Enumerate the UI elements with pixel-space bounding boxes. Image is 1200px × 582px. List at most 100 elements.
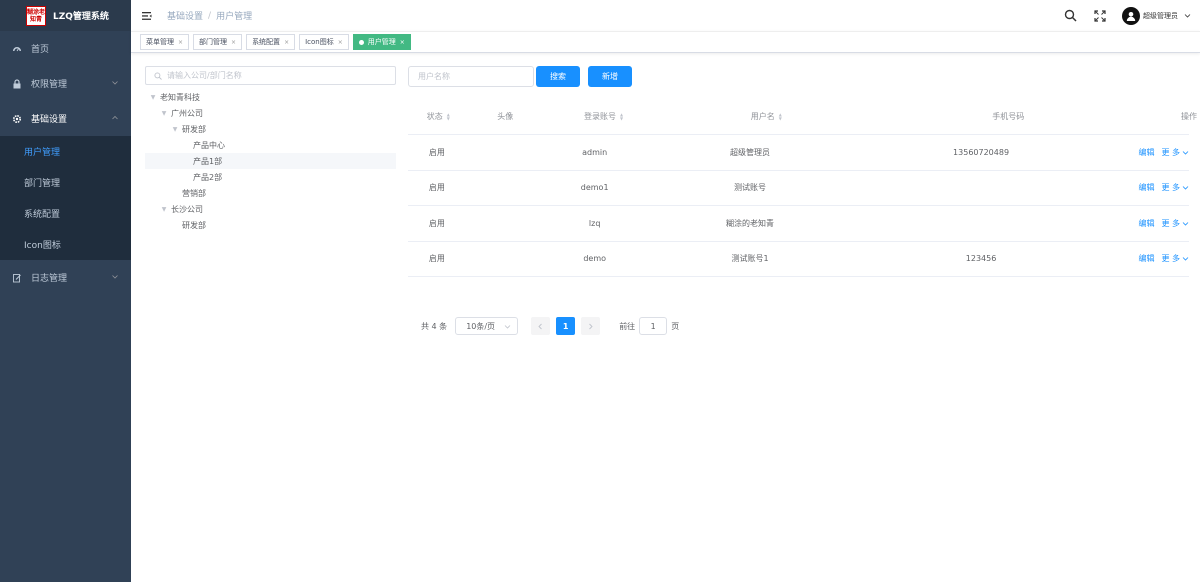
tag-label: 用户管理 <box>367 38 396 46</box>
tree-node[interactable]: 产品中心 <box>145 137 396 153</box>
page-size-select[interactable]: 10条/页 <box>455 317 519 335</box>
username[interactable]: 超级管理员 <box>1143 11 1178 21</box>
page-suffix-label: 页 <box>671 321 680 331</box>
pagination-total: 共 4 条 <box>421 321 448 331</box>
column-header-actions: 操作 <box>1149 99 1197 134</box>
tree-node[interactable]: ▼ 长沙公司 <box>145 201 396 217</box>
sidebar-item-system-config[interactable]: 系统配置 <box>0 198 131 229</box>
logo-bar[interactable]: 糊涂老知青 LZQ管理系统 <box>0 0 131 31</box>
tag-menu-management[interactable]: 菜单管理 × <box>140 34 190 50</box>
next-page-button[interactable] <box>581 317 601 335</box>
sidebar-item-user-management[interactable]: 用户管理 <box>0 136 131 167</box>
account-cell: admin <box>582 147 608 157</box>
fullscreen-icon[interactable] <box>1093 9 1106 22</box>
tree-node-label: 产品中心 <box>193 140 225 150</box>
avatar-cell <box>466 242 536 277</box>
search-icon[interactable] <box>1064 9 1077 22</box>
header-right: 超级管理员 <box>1064 0 1200 31</box>
search-button[interactable]: 搜索 <box>536 66 580 87</box>
chevron-down-icon <box>1182 150 1189 155</box>
actions-cell: 编辑 更 多 <box>1115 171 1189 206</box>
caret-down-icon[interactable]: ▼ <box>160 206 168 213</box>
caret-down-icon[interactable]: ▼ <box>149 94 157 101</box>
edit-button[interactable]: 编辑 <box>1138 147 1154 158</box>
add-button[interactable]: 新增 <box>588 66 632 87</box>
tag-label: Icon图标 <box>305 38 334 46</box>
sort-icon[interactable]: ▲ ▼ <box>779 112 782 121</box>
page-number-button[interactable]: 1 <box>556 317 576 335</box>
pagination: 共 4 条 10条/页 1 前往 页 <box>421 317 679 335</box>
column-header-username[interactable]: 用户名 ▲ ▼ <box>665 99 867 134</box>
more-dropdown[interactable]: 更 多 <box>1161 253 1189 264</box>
column-header-account[interactable]: 登录账号 ▲ ▼ <box>542 99 665 134</box>
chevron-left-icon <box>538 323 543 329</box>
sort-icon[interactable]: ▲ ▼ <box>620 112 623 121</box>
close-icon[interactable]: × <box>338 39 343 46</box>
hamburger-icon[interactable] <box>141 10 153 22</box>
tree-node[interactable]: ▼ 广州公司 <box>145 105 396 121</box>
status-cell: 启用 <box>428 254 445 264</box>
column-header-status[interactable]: 状态 ▲ ▼ <box>408 99 469 134</box>
sidebar-item-label: 权限管理 <box>31 80 68 90</box>
tree-search-input[interactable] <box>167 71 387 80</box>
breadcrumb-separator: / <box>208 10 212 21</box>
prev-page-button[interactable] <box>531 317 551 335</box>
close-icon[interactable]: × <box>284 39 289 46</box>
more-dropdown[interactable]: 更 多 <box>1161 147 1189 158</box>
table-row: 启用 demo1 测试账号 编辑 更 多 <box>408 171 1189 206</box>
chevron-down-icon <box>1182 257 1189 261</box>
username-cell: 糊涂的老知青 <box>726 218 775 228</box>
goto-page-input[interactable] <box>639 317 668 335</box>
tag-user-management[interactable]: 用户管理 × <box>352 34 411 50</box>
close-icon[interactable]: × <box>231 39 236 46</box>
sidebar-item-department-management[interactable]: 部门管理 <box>0 167 131 198</box>
actions-cell: 编辑 更 多 <box>1115 206 1189 241</box>
sidebar-item-logs[interactable]: 日志管理 <box>0 260 131 295</box>
tag-system-config[interactable]: 系统配置 × <box>246 34 296 50</box>
chevron-down-icon <box>504 325 511 329</box>
more-dropdown[interactable]: 更 多 <box>1161 218 1189 229</box>
account-cell: lzq <box>588 218 601 228</box>
username-search-input[interactable] <box>408 66 534 87</box>
tag-department-management[interactable]: 部门管理 × <box>193 34 243 50</box>
tree-node[interactable]: 产品1部 <box>145 153 396 169</box>
status-cell: 启用 <box>428 147 445 157</box>
more-label: 更 多 <box>1161 218 1180 228</box>
sidebar-item-permissions[interactable]: 权限管理 <box>0 66 131 101</box>
edit-button[interactable]: 编辑 <box>1138 182 1154 193</box>
tree-node-label: 研发部 <box>182 124 206 134</box>
logo: 糊涂老知青 <box>26 5 46 26</box>
tag-label: 菜单管理 <box>146 38 174 46</box>
tree-node[interactable]: 产品2部 <box>145 169 396 185</box>
table-row: 启用 admin 超级管理员 13560720489 编辑 更 多 <box>408 135 1189 171</box>
sidebar-item-icons[interactable]: Icon图标 <box>0 229 131 260</box>
tree-node[interactable]: 研发部 <box>145 217 396 233</box>
caret-down-icon[interactable] <box>1184 12 1191 19</box>
edit-button[interactable]: 编辑 <box>1138 253 1154 264</box>
tree-node-label: 营销部 <box>182 188 206 198</box>
sort-icon[interactable]: ▲ ▼ <box>447 112 450 121</box>
avatar[interactable] <box>1122 6 1140 25</box>
tree-node[interactable]: 营销部 <box>145 185 396 201</box>
phone-cell <box>847 206 1116 241</box>
more-dropdown[interactable]: 更 多 <box>1161 182 1189 193</box>
sidebar-item-basic-settings[interactable]: 基础设置 <box>0 101 131 136</box>
search-icon <box>154 71 162 80</box>
tree-node-label: 产品1部 <box>193 156 223 166</box>
tree-node[interactable]: ▼ 研发部 <box>145 121 396 137</box>
close-icon[interactable]: × <box>400 39 405 46</box>
username-cell: 测试账号 <box>734 183 767 193</box>
dashboard-icon <box>12 44 22 54</box>
tree-node-label: 老知青科技 <box>160 92 200 102</box>
caret-down-icon[interactable]: ▼ <box>160 110 168 117</box>
tree-node[interactable]: ▼ 老知青科技 <box>145 89 396 105</box>
breadcrumb-item-basic-settings[interactable]: 基础设置 <box>167 9 203 22</box>
logo-text: 糊涂老知青 <box>27 8 46 23</box>
close-icon[interactable]: × <box>178 39 183 46</box>
caret-down-icon[interactable]: ▼ <box>171 126 179 133</box>
edit-button[interactable]: 编辑 <box>1138 218 1154 229</box>
sidebar-item-home[interactable]: 首页 <box>0 31 131 66</box>
column-header-label: 用户名 <box>750 112 775 121</box>
tag-icons[interactable]: Icon图标 × <box>299 34 349 50</box>
app-title: LZQ管理系统 <box>53 12 109 22</box>
